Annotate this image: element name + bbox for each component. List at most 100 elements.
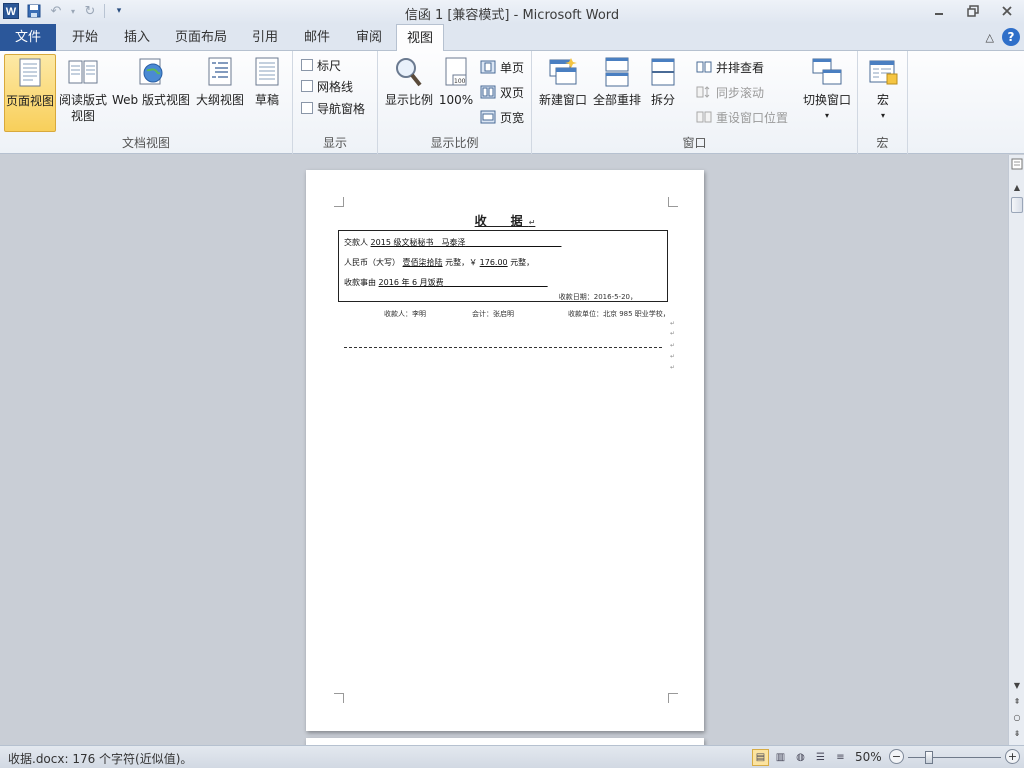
zoom-100-icon: 100 bbox=[440, 56, 472, 88]
zoom-level[interactable]: 50% bbox=[855, 750, 882, 764]
minimize-ribbon-icon[interactable]: △ bbox=[986, 31, 994, 44]
next-page[interactable] bbox=[306, 738, 704, 745]
web-layout-button[interactable]: Web 版式视图 bbox=[110, 54, 192, 132]
scroll-thumb[interactable] bbox=[1011, 197, 1023, 213]
side-by-side-label: 并排查看 bbox=[716, 60, 765, 75]
draft-button[interactable]: 草稿 bbox=[248, 54, 286, 132]
reset-window-label: 重设窗口位置 bbox=[716, 110, 789, 125]
split-button[interactable]: 拆分 bbox=[646, 54, 680, 132]
window-controls bbox=[922, 0, 1024, 22]
web-layout-icon bbox=[135, 56, 167, 88]
draft-view-icon[interactable]: ≡ bbox=[832, 749, 849, 766]
receipt-date: 收款日期：2016-5-20， bbox=[558, 293, 637, 301]
reason-label: 收款事由 bbox=[344, 278, 376, 287]
page-width-button[interactable]: 页宽 bbox=[480, 107, 524, 127]
receipt-title: 收 据↵ bbox=[306, 212, 704, 229]
two-pages-button[interactable]: 双页 bbox=[480, 82, 524, 102]
view-side-by-side-button[interactable]: 并排查看 bbox=[696, 57, 764, 77]
amount-end-text: 元整， bbox=[510, 258, 535, 267]
arrange-all-icon bbox=[601, 56, 633, 88]
zoom-slider-track[interactable] bbox=[908, 757, 1001, 758]
scroll-down-icon[interactable]: ▼ bbox=[1010, 679, 1024, 693]
macros-button[interactable]: 宏 ▾ bbox=[864, 54, 902, 132]
synchronous-scrolling-button[interactable]: 同步滚动 bbox=[696, 82, 764, 102]
help-area: △ ? bbox=[986, 28, 1020, 46]
window-title: 信函 1 [兼容模式] - Microsoft Word bbox=[404, 8, 620, 23]
sync-scroll-label: 同步滚动 bbox=[716, 85, 765, 100]
full-screen-reading-button[interactable]: 阅读版式 视图 bbox=[58, 54, 108, 132]
accountant-signature: 会计：张启明 bbox=[472, 310, 514, 318]
save-icon[interactable] bbox=[26, 3, 42, 19]
minimize-icon[interactable] bbox=[922, 0, 956, 22]
select-browse-object-icon[interactable]: ○ bbox=[1010, 711, 1024, 725]
reading-view-label-2: 视图 bbox=[70, 109, 95, 123]
navigation-pane-checkbox-box[interactable] bbox=[301, 102, 313, 114]
tab-page-layout[interactable]: 页面布局 bbox=[168, 24, 234, 51]
navigation-pane-label: 导航窗格 bbox=[317, 101, 366, 116]
next-page-icon[interactable]: ⇟ bbox=[1010, 727, 1024, 741]
zoom-in-icon[interactable]: + bbox=[1005, 749, 1020, 764]
vertical-scrollbar[interactable]: ▲ ▼ ⇞ ○ ⇟ bbox=[1008, 155, 1024, 745]
navigation-pane-checkbox[interactable]: 导航窗格 bbox=[301, 98, 365, 118]
redo-icon[interactable]: ↻ bbox=[82, 3, 98, 19]
draft-icon bbox=[251, 56, 283, 88]
margin-corner-mark bbox=[334, 693, 344, 703]
close-icon[interactable] bbox=[990, 0, 1024, 22]
paragraph-mark: ↵ bbox=[670, 330, 676, 337]
undo-icon[interactable]: ↶ bbox=[48, 3, 64, 19]
group-macros: 宏 ▾ 宏 bbox=[858, 51, 908, 154]
outline-icon bbox=[204, 56, 236, 88]
undo-dropdown-icon[interactable]: ▾ bbox=[70, 3, 76, 19]
reset-window-position-button[interactable]: 重设窗口位置 bbox=[696, 107, 788, 127]
one-page-button[interactable]: 单页 bbox=[480, 57, 524, 77]
outline-view-icon[interactable]: ☰ bbox=[812, 749, 829, 766]
tab-view[interactable]: 视图 bbox=[396, 24, 444, 52]
two-pages-icon bbox=[480, 85, 496, 99]
tab-insert[interactable]: 插入 bbox=[114, 24, 160, 51]
document-area[interactable]: 收 据↵ 交款人 2015 级文秘秘书 马泰泽 人民币（大写） 壹佰柒拾陆 元整… bbox=[0, 155, 1008, 745]
help-icon[interactable]: ? bbox=[1002, 28, 1020, 46]
new-window-button[interactable]: 新建窗口 bbox=[536, 54, 590, 132]
reading-view-label-1: 阅读版式 bbox=[58, 93, 107, 107]
zoom-button[interactable]: 显示比例 bbox=[382, 54, 436, 132]
macros-dropdown-icon: ▾ bbox=[880, 111, 885, 120]
gridlines-checkbox-box[interactable] bbox=[301, 80, 313, 92]
arrange-all-button[interactable]: 全部重排 bbox=[590, 54, 644, 132]
web-layout-view-icon[interactable]: ◍ bbox=[792, 749, 809, 766]
zoom-100-button[interactable]: 100 100% bbox=[437, 54, 475, 132]
view-ruler-icon[interactable] bbox=[1010, 158, 1024, 172]
word-app-icon[interactable]: W bbox=[3, 3, 19, 19]
switch-windows-button[interactable]: 切换窗口 ▾ bbox=[800, 54, 854, 132]
document-page[interactable]: 收 据↵ 交款人 2015 级文秘秘书 马泰泽 人民币（大写） 壹佰柒拾陆 元整… bbox=[306, 170, 704, 731]
ruler-checkbox[interactable]: 标尺 bbox=[301, 55, 341, 75]
restore-icon[interactable] bbox=[956, 0, 990, 22]
customize-qat-icon[interactable]: ▾ bbox=[111, 3, 127, 19]
zoom-out-icon[interactable]: − bbox=[889, 749, 904, 764]
zoom-slider-thumb[interactable] bbox=[925, 751, 933, 764]
qat-separator bbox=[104, 4, 105, 18]
payer-label: 交款人 bbox=[344, 238, 368, 247]
switch-windows-label: 切换窗口 bbox=[802, 93, 851, 107]
ruler-checkbox-box[interactable] bbox=[301, 59, 313, 71]
print-layout-view-icon[interactable]: ▤ bbox=[752, 749, 769, 766]
one-page-label: 单页 bbox=[500, 60, 525, 75]
amount-value: 176.00 bbox=[479, 258, 508, 267]
ribbon-tabs: 文件 开始 插入 页面布局 引用 邮件 审阅 视图 △ ? bbox=[0, 24, 1024, 52]
tab-file[interactable]: 文件 bbox=[0, 24, 56, 51]
previous-page-icon[interactable]: ⇞ bbox=[1010, 695, 1024, 709]
gridlines-checkbox[interactable]: 网格线 bbox=[301, 76, 353, 96]
tab-home[interactable]: 开始 bbox=[62, 24, 108, 51]
tab-review[interactable]: 审阅 bbox=[346, 24, 392, 51]
paragraph-mark: ↵ bbox=[670, 320, 676, 327]
tab-references[interactable]: 引用 bbox=[242, 24, 288, 51]
print-layout-button[interactable]: 页面视图 bbox=[4, 54, 56, 132]
tab-mailings[interactable]: 邮件 bbox=[294, 24, 340, 51]
status-bar: 收据.docx: 176 个字符(近似值)。 ▤ ▥ ◍ ☰ ≡ 50% − + bbox=[0, 745, 1024, 768]
receipt-table: 交款人 2015 级文秘秘书 马泰泽 人民币（大写） 壹佰柒拾陆 元整，￥ 17… bbox=[338, 230, 668, 302]
group-document-views: 页面视图 阅读版式 视图 Web 版式视图 大纲视图 草稿 文档视图 bbox=[0, 51, 293, 154]
scroll-up-icon[interactable]: ▲ bbox=[1010, 181, 1024, 195]
full-screen-reading-view-icon[interactable]: ▥ bbox=[772, 749, 789, 766]
word-count-status[interactable]: 收据.docx: 176 个字符(近似值)。 bbox=[8, 750, 192, 767]
outline-button[interactable]: 大纲视图 bbox=[194, 54, 246, 132]
print-layout-icon bbox=[14, 57, 46, 89]
